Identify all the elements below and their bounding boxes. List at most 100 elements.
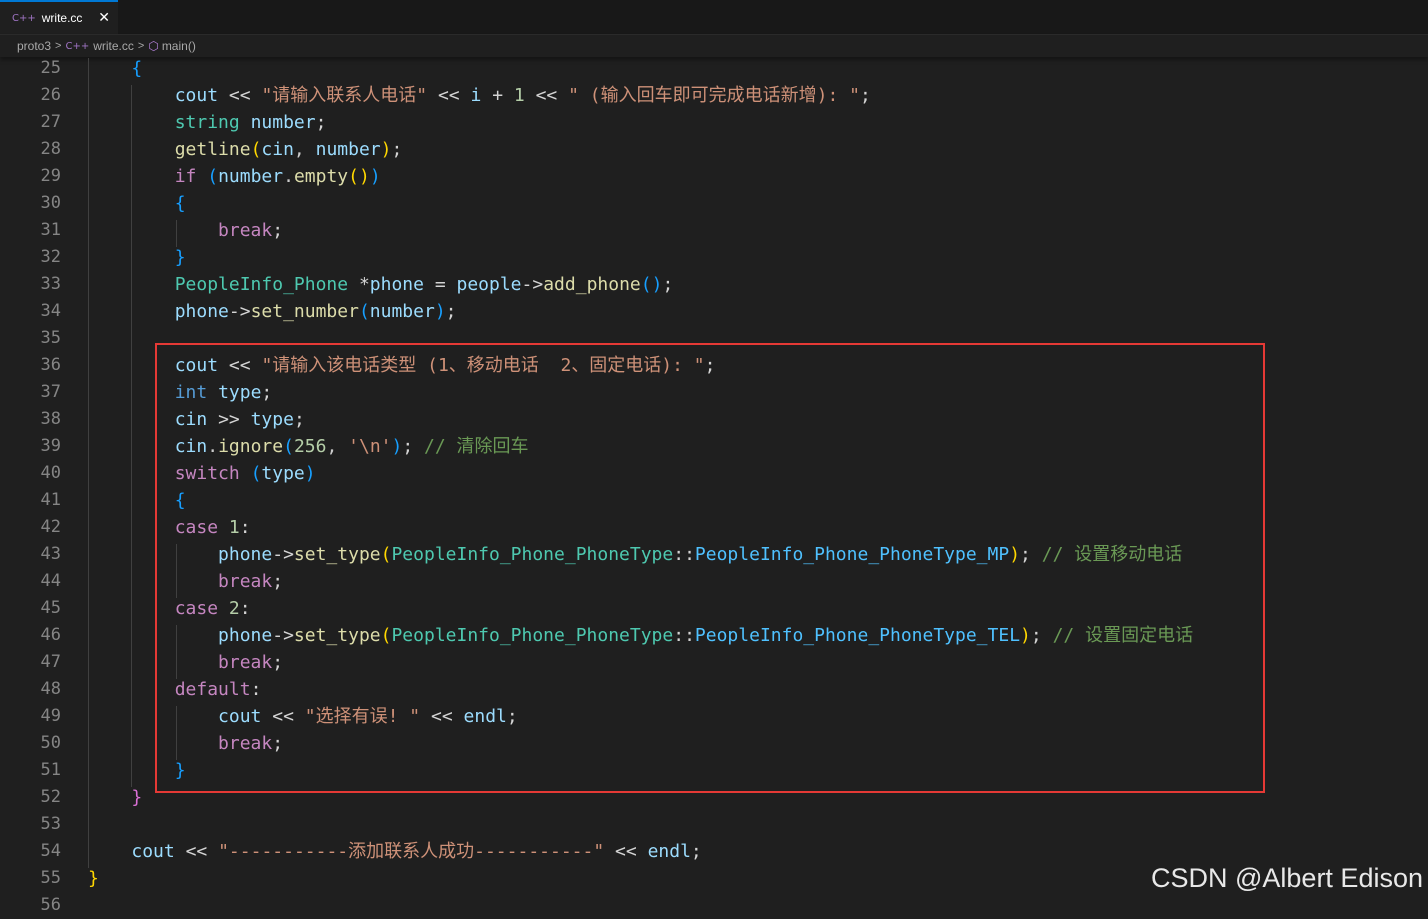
code-line[interactable]: 37 int type; <box>0 379 1428 406</box>
code-text: phone->set_number(number); <box>174 301 457 322</box>
code-line[interactable]: 30 { <box>0 190 1428 217</box>
line-number: 46 <box>40 625 61 645</box>
tab-write-cc[interactable]: C++ write.cc ✕ <box>0 0 118 34</box>
code-text: break; <box>218 571 284 592</box>
line-number: 48 <box>40 679 61 699</box>
code-text: case 1: <box>174 517 251 538</box>
code-line[interactable]: 31 break; <box>0 217 1428 244</box>
code-line[interactable]: 35 <box>0 325 1428 352</box>
line-number: 32 <box>40 247 61 267</box>
chevron-right-icon: > <box>137 40 145 52</box>
code-text: string number; <box>174 112 327 133</box>
code-line[interactable]: 45 case 2: <box>0 595 1428 622</box>
code-text: cout << "请输入联系人电话" << i + 1 << " (输入回车即可… <box>174 85 871 106</box>
line-number: 44 <box>40 571 61 591</box>
breadcrumb-symbol-label: main() <box>161 39 196 53</box>
line-number: 38 <box>40 409 61 429</box>
line-number: 47 <box>40 652 61 672</box>
line-number: 34 <box>40 301 61 321</box>
line-number: 49 <box>40 706 61 726</box>
line-number: 54 <box>40 841 61 861</box>
code-line[interactable]: 32 } <box>0 244 1428 271</box>
code-line[interactable]: 54 cout << "-----------添加联系人成功----------… <box>0 838 1428 865</box>
line-number: 33 <box>40 274 61 294</box>
code-text: case 2: <box>174 598 251 619</box>
code-text: { <box>131 58 143 79</box>
line-number: 31 <box>40 220 61 240</box>
code-text: } <box>131 787 143 808</box>
breadcrumb: proto3 > C++ write.cc > ⬡ main() <box>0 35 1428 57</box>
code-text: break; <box>218 652 284 673</box>
line-number: 28 <box>40 139 61 159</box>
code-text: cout << "选择有误! " << endl; <box>218 706 518 727</box>
code-text: } <box>174 247 186 268</box>
code-text: { <box>174 490 186 511</box>
code-line[interactable]: 28 getline(cin, number); <box>0 136 1428 163</box>
line-number: 53 <box>40 814 61 834</box>
line-number: 55 <box>40 868 61 888</box>
code-text: break; <box>218 733 284 754</box>
close-icon[interactable]: ✕ <box>98 9 110 26</box>
code-line[interactable]: 43 phone->set_type(PeopleInfo_Phone_Phon… <box>0 541 1428 568</box>
code-line[interactable]: 36 cout << "请输入该电话类型 (1、移动电话 2、固定电话): "; <box>0 352 1428 379</box>
line-number: 37 <box>40 382 61 402</box>
breadcrumb-folder[interactable]: proto3 <box>17 39 51 53</box>
line-number: 42 <box>40 517 61 537</box>
code-line[interactable]: 44 break; <box>0 568 1428 595</box>
code-text: cin.ignore(256, '\n'); // 清除回车 <box>174 436 529 457</box>
code-line[interactable]: 41 { <box>0 487 1428 514</box>
code-text: cout << "-----------添加联系人成功-----------" … <box>131 841 702 862</box>
chevron-right-icon: > <box>55 40 62 52</box>
code-line[interactable]: 47 break; <box>0 649 1428 676</box>
code-line[interactable]: 39 cin.ignore(256, '\n'); // 清除回车 <box>0 433 1428 460</box>
code-line[interactable]: 29 if (number.empty()) <box>0 163 1428 190</box>
code-line[interactable]: 53 <box>0 811 1428 838</box>
code-line[interactable]: 49 cout << "选择有误! " << endl; <box>0 703 1428 730</box>
code-text: cin >> type; <box>174 409 305 430</box>
code-line[interactable]: 51 } <box>0 757 1428 784</box>
code-text: default: <box>174 679 262 700</box>
breadcrumb-file[interactable]: C++ write.cc <box>65 39 133 53</box>
code-line[interactable]: 46 phone->set_type(PeopleInfo_Phone_Phon… <box>0 622 1428 649</box>
code-line[interactable]: 50 break; <box>0 730 1428 757</box>
cpp-file-icon: C++ <box>65 40 90 52</box>
code-text: phone->set_type(PeopleInfo_Phone_PhoneTy… <box>218 625 1194 646</box>
line-number: 30 <box>40 193 61 213</box>
code-line[interactable]: 48 default: <box>0 676 1428 703</box>
breadcrumb-symbol[interactable]: ⬡ main() <box>148 39 196 53</box>
code-text: cout << "请输入该电话类型 (1、移动电话 2、固定电话): "; <box>174 355 716 376</box>
line-number: 29 <box>40 166 61 186</box>
code-line[interactable]: 38 cin >> type; <box>0 406 1428 433</box>
line-number: 50 <box>40 733 61 753</box>
line-number: 25 <box>40 58 61 78</box>
code-line[interactable]: 40 switch (type) <box>0 460 1428 487</box>
code-line[interactable]: 27 string number; <box>0 109 1428 136</box>
line-number: 43 <box>40 544 61 564</box>
code-text: phone->set_type(PeopleInfo_Phone_PhoneTy… <box>218 544 1183 565</box>
line-number: 35 <box>40 328 61 348</box>
code-text: switch (type) <box>174 463 316 484</box>
code-text: } <box>88 868 99 889</box>
code-editor[interactable]: 25 {26 cout << "请输入联系人电话" << i + 1 << " … <box>0 55 1428 915</box>
line-number: 27 <box>40 112 61 132</box>
line-number: 26 <box>40 85 61 105</box>
code-text: getline(cin, number); <box>174 139 403 160</box>
line-number: 52 <box>40 787 61 807</box>
tab-bar: C++ write.cc ✕ <box>0 0 1428 35</box>
code-text: } <box>174 760 186 781</box>
code-text: break; <box>218 220 284 241</box>
code-line[interactable]: 42 case 1: <box>0 514 1428 541</box>
breadcrumb-file-label: write.cc <box>93 39 134 53</box>
method-cube-icon: ⬡ <box>148 39 159 53</box>
code-text: if (number.empty()) <box>174 166 381 187</box>
code-line[interactable]: 52 } <box>0 784 1428 811</box>
line-number: 51 <box>40 760 61 780</box>
code-line[interactable]: 34 phone->set_number(number); <box>0 298 1428 325</box>
code-line[interactable]: 25 { <box>0 55 1428 82</box>
code-line[interactable]: 26 cout << "请输入联系人电话" << i + 1 << " (输入回… <box>0 82 1428 109</box>
line-number: 41 <box>40 490 61 510</box>
code-text: PeopleInfo_Phone *phone = people->add_ph… <box>174 274 674 295</box>
line-number: 36 <box>40 355 61 375</box>
code-line[interactable]: 33 PeopleInfo_Phone *phone = people->add… <box>0 271 1428 298</box>
line-number: 40 <box>40 463 61 483</box>
